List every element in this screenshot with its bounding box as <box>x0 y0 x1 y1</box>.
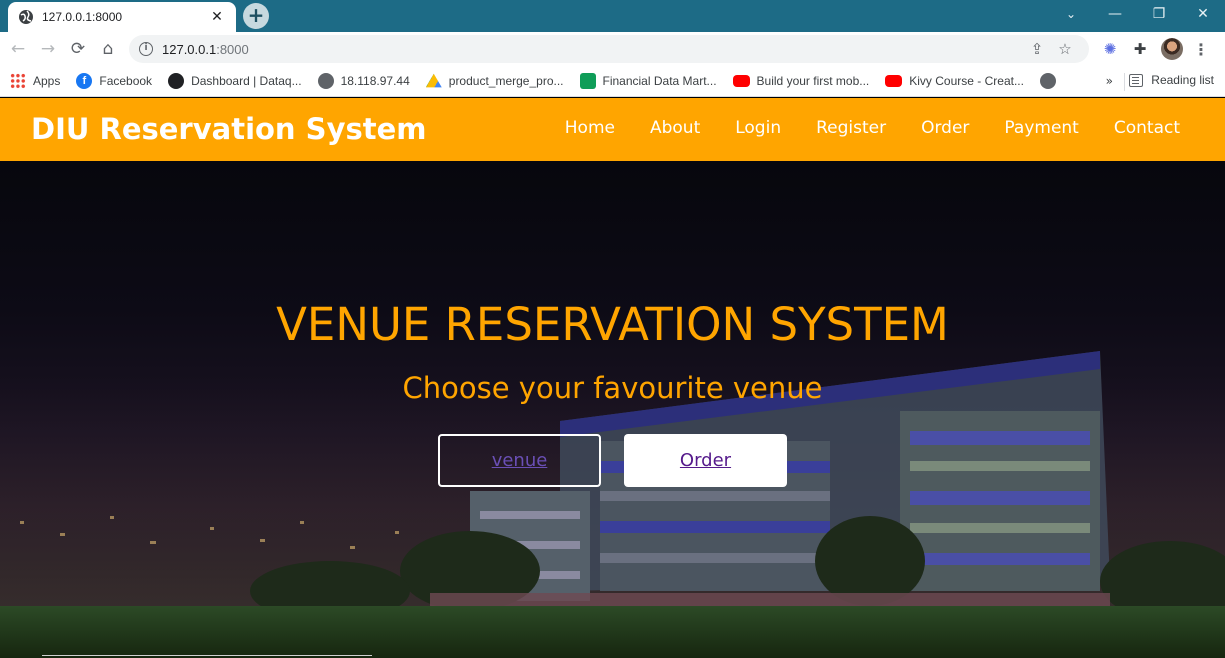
forward-icon[interactable]: → <box>33 34 63 64</box>
profile-avatar[interactable] <box>1161 38 1183 60</box>
browser-toolbar: ← → ⟳ ⌂ i 127.0.0.1:8000 ⇪ ☆ ✺ ✚ ⋮ <box>0 32 1225 66</box>
bookmarks-overflow-icon[interactable]: » <box>1106 74 1113 88</box>
site-menu: Home About Login Register Order Payment … <box>530 118 1180 138</box>
reading-list-label: Reading list <box>1151 73 1214 87</box>
bookmark-apps[interactable]: Apps <box>10 73 60 89</box>
url-host: 127.0.0.1 <box>162 41 217 57</box>
nav-link-contact[interactable]: Contact <box>1114 118 1180 138</box>
reading-list-button[interactable]: Reading list <box>1129 73 1214 87</box>
bookmarks-bar: Apps f Facebook Dashboard | Dataq... 18.… <box>0 66 1225 97</box>
nav-link-about[interactable]: About <box>650 118 700 138</box>
browser-tab-strip: 127.0.0.1:8000 ✕ + ⌄ — ❐ ✕ <box>0 0 1225 32</box>
globe-icon <box>19 10 33 24</box>
bookmark-label: Financial Data Mart... <box>602 74 717 88</box>
nav-link-register[interactable]: Register <box>816 118 886 138</box>
bookmark-kivy-course[interactable]: Kivy Course - Creat... <box>885 74 1024 88</box>
bookmarks-divider <box>1124 73 1125 91</box>
bookmark-label: Kivy Course - Creat... <box>909 74 1024 88</box>
globe-icon <box>1039 73 1056 89</box>
tab-search-icon[interactable]: ⌄ <box>1049 0 1093 30</box>
bookmark-facebook[interactable]: f Facebook <box>76 73 152 89</box>
nav-link-home[interactable]: Home <box>565 118 615 138</box>
nav-link-payment[interactable]: Payment <box>1004 118 1078 138</box>
bookmark-label: Build your first mob... <box>756 74 870 88</box>
bookmark-label: Facebook <box>99 74 153 88</box>
youtube-icon <box>885 75 903 87</box>
bookmark-ip[interactable]: 18.118.97.44 <box>317 73 410 89</box>
bookmark-dashboard[interactable]: Dashboard | Dataq... <box>168 73 302 89</box>
restore-icon[interactable]: ❐ <box>1137 0 1181 30</box>
facebook-icon: f <box>76 73 93 89</box>
site-brand[interactable]: DIU Reservation System <box>31 112 426 146</box>
share-icon[interactable]: ⇪ <box>1023 40 1051 58</box>
bookmark-label: 18.118.97.44 <box>340 74 410 88</box>
bookmark-unnamed[interactable] <box>1039 73 1063 89</box>
browser-tab[interactable]: 127.0.0.1:8000 ✕ <box>8 2 236 32</box>
tab-title: 127.0.0.1:8000 <box>42 10 123 24</box>
hero-section: VENUE RESERVATION SYSTEM Choose your fav… <box>0 161 1225 658</box>
bookmark-label: product_merge_pro... <box>448 74 564 88</box>
extensions-puzzle-icon[interactable]: ✚ <box>1125 40 1155 58</box>
browser-menu-icon[interactable]: ⋮ <box>1189 40 1213 59</box>
site-info-icon[interactable]: i <box>139 42 153 56</box>
hero-subtitle: Choose your favourite venue <box>402 371 823 405</box>
address-bar[interactable]: i 127.0.0.1:8000 ⇪ ☆ <box>129 35 1089 63</box>
url-port: :8000 <box>216 41 249 57</box>
window-controls: ⌄ — ❐ ✕ <box>1049 0 1225 30</box>
reading-list-icon <box>1129 73 1144 87</box>
google-sheets-icon <box>579 73 596 89</box>
nav-link-login[interactable]: Login <box>735 118 781 138</box>
dashboard-icon <box>168 73 185 89</box>
youtube-icon <box>732 75 750 87</box>
bookmark-star-icon[interactable]: ☆ <box>1051 40 1079 58</box>
reload-icon[interactable]: ⟳ <box>63 34 93 64</box>
minimize-icon[interactable]: — <box>1093 0 1137 30</box>
venue-button[interactable]: venue <box>438 434 601 487</box>
bookmark-label: Apps <box>33 74 61 88</box>
tab-close-icon[interactable]: ✕ <box>208 9 226 25</box>
order-button[interactable]: Order <box>624 434 787 487</box>
site-navbar: DIU Reservation System Home About Login … <box>0 98 1225 161</box>
extension-icon[interactable]: ✺ <box>1095 40 1125 58</box>
hero-title: VENUE RESERVATION SYSTEM <box>276 298 949 351</box>
bookmark-label: Dashboard | Dataq... <box>191 74 302 88</box>
apps-icon <box>10 73 26 89</box>
bookmark-product-merge[interactable]: product_merge_pro... <box>425 73 564 89</box>
back-icon[interactable]: ← <box>3 34 33 64</box>
new-tab-button[interactable]: + <box>243 3 269 29</box>
home-icon[interactable]: ⌂ <box>93 34 123 64</box>
bookmark-build-mobile[interactable]: Build your first mob... <box>732 74 870 88</box>
window-close-icon[interactable]: ✕ <box>1181 0 1225 30</box>
globe-icon <box>317 73 334 89</box>
bottom-divider <box>42 655 372 656</box>
nav-link-order[interactable]: Order <box>921 118 969 138</box>
campus-building-illustration <box>0 351 1225 658</box>
url-text[interactable]: 127.0.0.1:8000 <box>162 42 1023 57</box>
bookmark-financial-data[interactable]: Financial Data Mart... <box>579 73 717 89</box>
google-drive-icon <box>425 73 442 88</box>
